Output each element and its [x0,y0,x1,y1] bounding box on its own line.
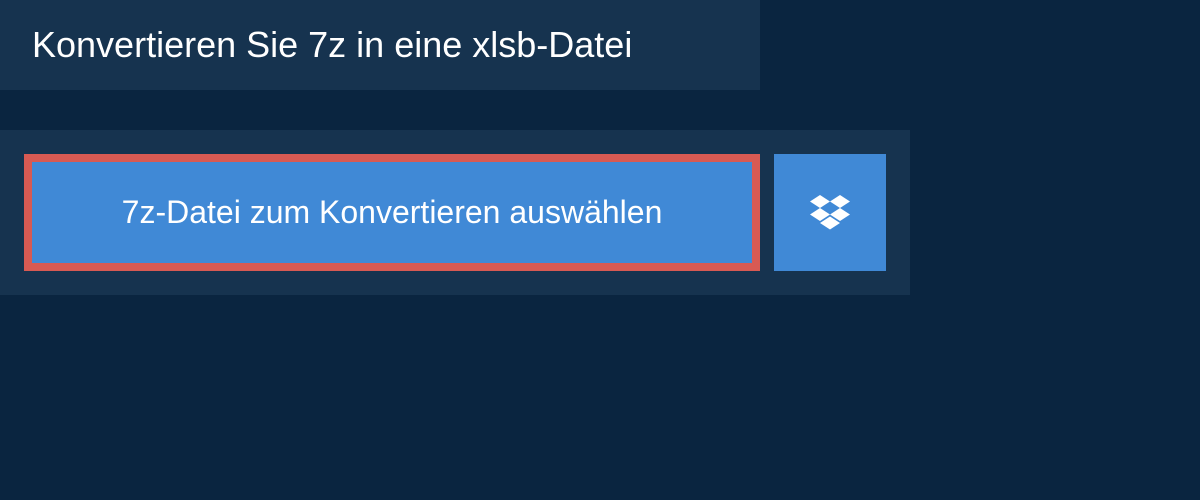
header-bar: Konvertieren Sie 7z in eine xlsb-Datei [0,0,760,90]
dropbox-button[interactable] [774,154,886,271]
select-file-button[interactable]: 7z-Datei zum Konvertieren auswählen [24,154,760,271]
page-title: Konvertieren Sie 7z in eine xlsb-Datei [32,24,728,66]
file-selection-panel: 7z-Datei zum Konvertieren auswählen [0,130,910,295]
select-file-label: 7z-Datei zum Konvertieren auswählen [122,194,663,231]
dropbox-icon [810,195,850,231]
